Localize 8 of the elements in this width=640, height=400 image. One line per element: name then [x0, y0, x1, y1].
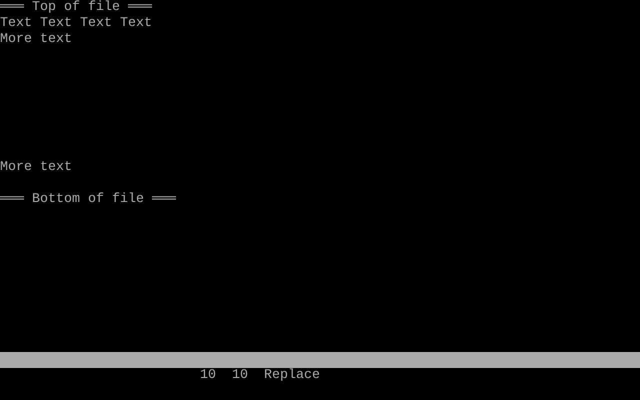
top-of-file-marker: ═══ Top of file ═══ [0, 0, 152, 16]
bottom-of-file-marker: ═══ Bottom of file ═══ [0, 192, 176, 208]
edit-mode: Replace [264, 368, 320, 384]
column-number: 10 [232, 368, 248, 384]
text-line: More text [0, 32, 72, 48]
text-line: More text [0, 160, 72, 176]
line-number: 10 [200, 368, 216, 384]
text-line: Text Text Text Text [0, 16, 152, 32]
